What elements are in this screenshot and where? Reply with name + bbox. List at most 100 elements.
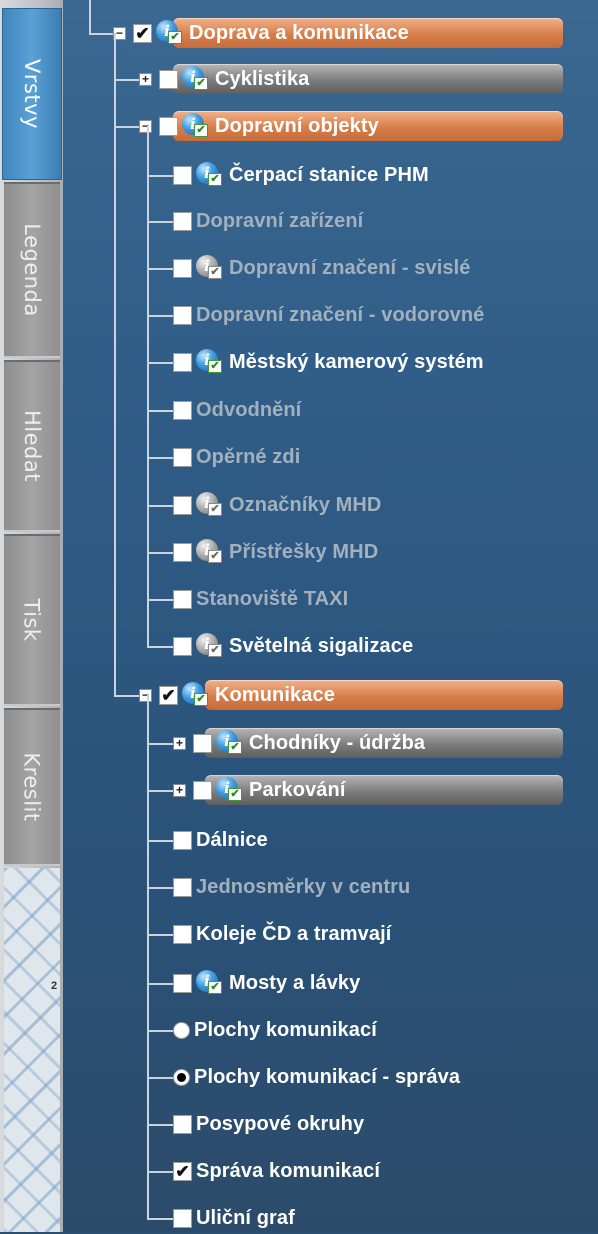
layer-label[interactable]: Dopravní značení - svislé [229, 257, 470, 280]
layer-tree: − ✔ i ✔ Doprava a komunikace + i ✔ Cyklistika − i ✔… [63, 0, 598, 1232]
expand-button[interactable]: + [173, 736, 186, 750]
layer-label[interactable]: Správa komunikací [196, 1160, 380, 1183]
tree-connector [147, 552, 173, 554]
layer-label[interactable]: Chodníky - údržba [249, 732, 425, 755]
layer-row: i ✔ Čerpací stanice PHM [173, 159, 429, 191]
layer-radio[interactable] [173, 1068, 190, 1086]
layer-label[interactable]: Opěrné zdi [196, 446, 300, 469]
layer-checkbox[interactable] [173, 1208, 192, 1228]
layer-checkbox[interactable]: ✔ [173, 1161, 192, 1181]
layer-checkbox[interactable]: ✔ [133, 23, 152, 43]
layer-checkbox[interactable] [173, 211, 192, 231]
visibility-check-icon: ✔ [208, 644, 222, 657]
tree-connector [147, 934, 173, 936]
info-icon[interactable]: i ✔ [196, 349, 224, 375]
info-icon[interactable]: i ✔ [216, 777, 244, 803]
tab-kreslit[interactable]: Kreslit [4, 708, 60, 866]
tree-connector [114, 126, 139, 128]
info-icon-disabled[interactable]: i ✔ [196, 492, 224, 518]
tree-connector [147, 175, 173, 177]
layer-checkbox[interactable] [173, 447, 192, 467]
tree-connector [147, 1124, 173, 1126]
layer-row: Uliční graf [173, 1202, 295, 1234]
layer-label[interactable]: Plochy komunikací - správa [194, 1066, 460, 1089]
layer-checkbox[interactable]: ✔ [159, 685, 178, 705]
layer-row: Dopravní značení - vodorovné [173, 299, 484, 331]
layer-checkbox[interactable] [173, 1114, 192, 1134]
expand-button[interactable]: + [139, 72, 152, 86]
tab-vrstvy[interactable]: Vrstvy [2, 8, 62, 180]
layer-radio[interactable] [173, 1021, 190, 1039]
info-icon[interactable]: i ✔ [216, 730, 244, 756]
layer-label[interactable]: Mosty a lávky [229, 972, 360, 995]
layer-checkbox[interactable] [193, 733, 212, 753]
layer-label[interactable]: Označníky MHD [229, 494, 381, 517]
tab-tisk[interactable]: Tisk [4, 534, 60, 706]
layer-label[interactable]: Čerpací stanice PHM [229, 164, 429, 187]
layer-checkbox[interactable] [173, 924, 192, 944]
layer-checkbox[interactable] [173, 495, 192, 515]
tree-connector [147, 126, 149, 646]
info-icon[interactable]: i ✔ [156, 20, 184, 46]
info-icon[interactable]: i ✔ [182, 66, 210, 92]
layer-row: Odvodnění [173, 394, 301, 426]
layer-label[interactable]: Dopravní značení - vodorovné [196, 304, 484, 327]
group-row-cyklistika: + i ✔ Cyklistika [139, 63, 309, 95]
tree-connector [147, 695, 149, 1218]
layer-checkbox[interactable] [173, 877, 192, 897]
info-icon-disabled[interactable]: i ✔ [196, 255, 224, 281]
layer-label[interactable]: Koleje ČD a tramvají [196, 923, 391, 946]
tab-legenda[interactable]: Legenda [4, 182, 60, 358]
layer-checkbox[interactable] [173, 636, 192, 656]
layer-label[interactable]: Světelná sigalizace [229, 635, 413, 658]
layer-label[interactable]: Přístřešky MHD [229, 541, 378, 564]
layer-label[interactable]: Dopravní objekty [215, 115, 379, 138]
layer-label[interactable]: Městský kamerový systém [229, 351, 484, 374]
layer-checkbox[interactable] [173, 542, 192, 562]
visibility-check-icon: ✔ [208, 266, 222, 279]
layer-checkbox[interactable] [173, 165, 192, 185]
layer-label[interactable]: Jednosměrky v centru [196, 876, 410, 899]
layer-label[interactable]: Plochy komunikací [194, 1019, 377, 1042]
info-icon[interactable]: i ✔ [182, 113, 210, 139]
layer-label[interactable]: Odvodnění [196, 399, 301, 422]
tab-label: Tisk [20, 598, 44, 642]
layer-checkbox[interactable] [193, 780, 212, 800]
layer-label[interactable]: Dopravní zařízení [196, 210, 363, 233]
layer-checkbox[interactable] [159, 116, 178, 136]
collapse-button[interactable]: − [139, 688, 152, 702]
layer-checkbox[interactable] [159, 69, 178, 89]
info-icon-disabled[interactable]: i ✔ [196, 539, 224, 565]
layer-checkbox[interactable] [173, 305, 192, 325]
info-icon[interactable]: i ✔ [196, 162, 224, 188]
info-icon-disabled[interactable]: i ✔ [196, 633, 224, 659]
layer-label[interactable]: Parkování [249, 779, 346, 802]
layer-label[interactable]: Posypové okruhy [196, 1113, 364, 1136]
layer-row: i ✔ Přístřešky MHD [173, 536, 378, 568]
info-icon[interactable]: i ✔ [182, 682, 210, 708]
visibility-check-icon: ✔ [228, 788, 242, 801]
layer-label[interactable]: Stanoviště TAXI [196, 588, 348, 611]
layer-label[interactable]: Dálnice [196, 829, 268, 852]
layer-tree-panel: − ✔ i ✔ Doprava a komunikace + i ✔ Cyklistika − i ✔… [63, 0, 598, 1232]
map-thumbnail[interactable]: 2 [4, 868, 60, 1232]
layer-row: i ✔ Dopravní značení - svislé [173, 252, 470, 284]
layer-label[interactable]: Uliční graf [196, 1207, 295, 1230]
tab-hledat[interactable]: Hledat [4, 360, 60, 532]
layer-checkbox[interactable] [173, 400, 192, 420]
layer-label[interactable]: Cyklistika [215, 68, 309, 91]
layer-checkbox[interactable] [173, 589, 192, 609]
layer-label[interactable]: Doprava a komunikace [189, 22, 409, 45]
layer-row: Dálnice [173, 824, 268, 856]
layer-checkbox[interactable] [173, 830, 192, 850]
layer-label[interactable]: Komunikace [215, 684, 335, 707]
tree-connector [147, 315, 173, 317]
layer-checkbox[interactable] [173, 973, 192, 993]
tree-connector [114, 79, 139, 81]
layer-checkbox[interactable] [173, 258, 192, 278]
tree-connector [147, 221, 173, 223]
layer-checkbox[interactable] [173, 352, 192, 372]
info-icon[interactable]: i ✔ [196, 970, 224, 996]
expand-button[interactable]: + [173, 783, 186, 797]
collapse-button[interactable]: − [139, 119, 152, 133]
